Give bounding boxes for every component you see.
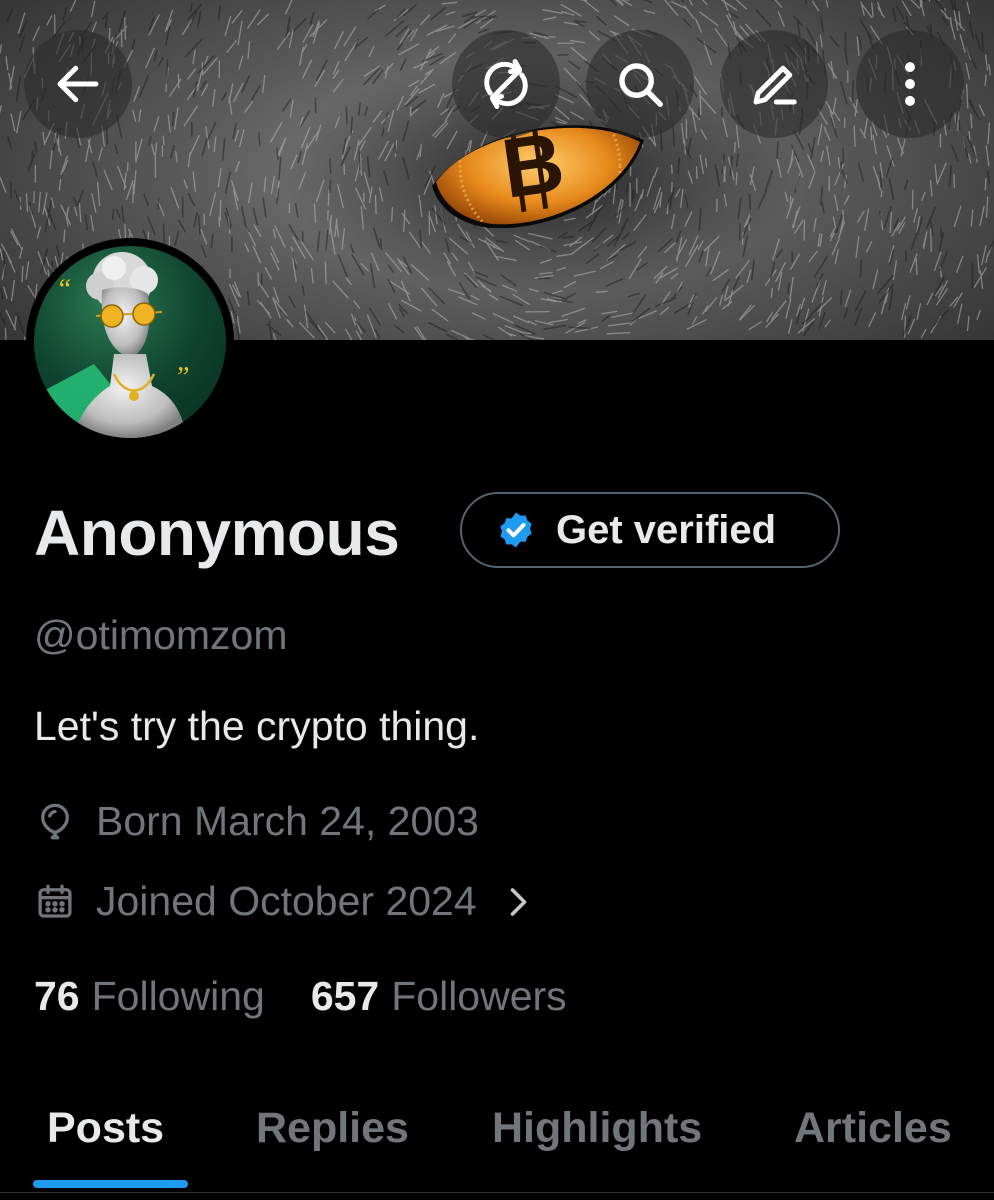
- joined-date-row[interactable]: Joined October 2024: [34, 878, 535, 925]
- chevron-right-icon: [510, 887, 526, 916]
- following-label: Following: [91, 973, 265, 1019]
- tab-articles[interactable]: Articles: [794, 1104, 952, 1153]
- following-count: 76: [34, 973, 80, 1019]
- profile-bio: Let's try the crypto thing.: [34, 703, 480, 749]
- avatar-frame[interactable]: “ ”: [26, 238, 234, 446]
- more-vertical-icon: [905, 62, 915, 106]
- edit-icon: [753, 65, 797, 105]
- followers-label: Followers: [391, 973, 567, 1019]
- display-name: Anonymous: [34, 497, 400, 569]
- svg-text:”: ”: [174, 362, 190, 393]
- followers-count: 657: [310, 973, 380, 1019]
- tab-replies[interactable]: Replies: [256, 1104, 409, 1153]
- get-verified-button[interactable]: Get verified: [460, 492, 840, 568]
- balloon-icon: [41, 803, 69, 839]
- username-handle: @otimomzom: [34, 612, 288, 658]
- avatar[interactable]: “ ”: [34, 246, 226, 438]
- more-options-button[interactable]: [856, 30, 964, 138]
- birth-date-row: Born March 24, 2003: [34, 798, 479, 845]
- search-icon: [619, 63, 663, 107]
- svg-text:“: “: [56, 274, 72, 305]
- follow-stats: 76 Following 657 Followers: [34, 973, 567, 1020]
- joined-date-text: Joined October 2024: [96, 878, 477, 924]
- birth-date-text: Born March 24, 2003: [96, 798, 479, 844]
- calendar-icon: [38, 884, 72, 918]
- avatar-statue-image: “ ”: [34, 252, 190, 438]
- tab-highlights[interactable]: Highlights: [492, 1104, 702, 1153]
- search-button[interactable]: [586, 30, 694, 138]
- edit-profile-button[interactable]: [720, 30, 828, 138]
- verified-badge-icon: [500, 512, 532, 548]
- tab-divider: [0, 1192, 994, 1193]
- sync-icon: [484, 59, 528, 109]
- active-tab-indicator: [33, 1180, 188, 1188]
- profile-tabs: Posts Replies Highlights Articles: [0, 1092, 994, 1200]
- following-link[interactable]: 76 Following: [34, 973, 265, 1020]
- get-verified-label: Get verified: [556, 507, 777, 552]
- tab-posts[interactable]: Posts: [47, 1104, 164, 1153]
- back-arrow-icon: [57, 65, 99, 103]
- back-button[interactable]: [24, 30, 132, 138]
- followers-link[interactable]: 657 Followers: [311, 973, 567, 1020]
- sync-button[interactable]: [452, 30, 560, 138]
